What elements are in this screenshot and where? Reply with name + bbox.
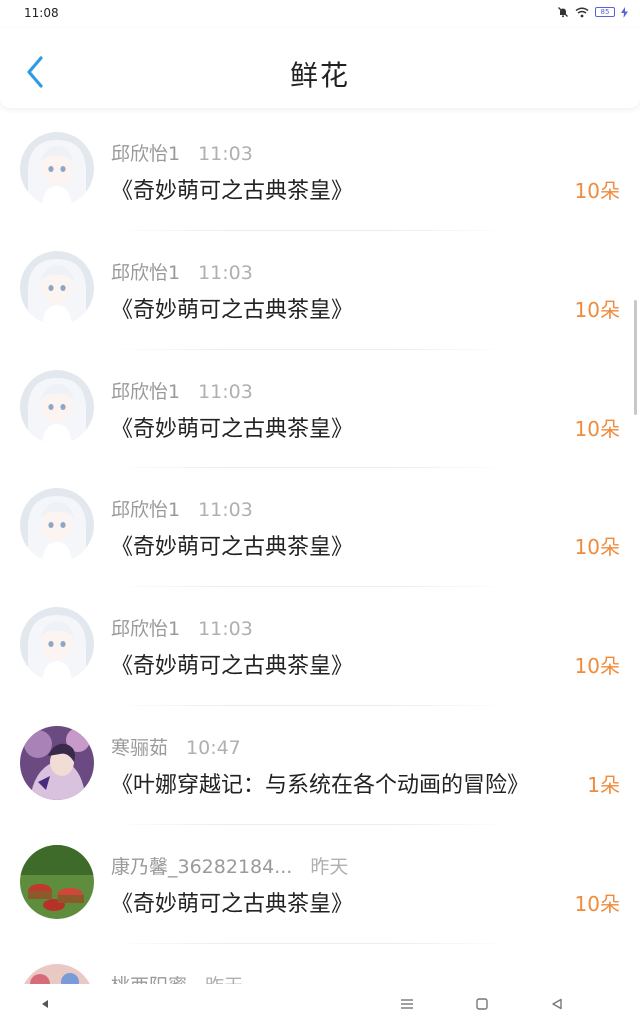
charging-bolt-icon bbox=[621, 6, 628, 18]
flower-amount: 1朵 bbox=[587, 772, 620, 797]
menu-icon bbox=[401, 999, 413, 1009]
username[interactable]: 邱欣怡1 bbox=[111, 262, 180, 284]
list-item[interactable]: 邱欣怡1 11:03 《奇妙萌可之古典茶皇》 10朵 bbox=[0, 468, 640, 588]
timestamp: 11:03 bbox=[198, 380, 253, 403]
username[interactable]: 桃西阳蜜 bbox=[111, 975, 187, 984]
list-item[interactable]: 康乃馨_36282184... 昨天 《奇妙萌可之古典茶皇》 10朵 bbox=[0, 825, 640, 944]
page-title: 鲜花 bbox=[289, 59, 350, 92]
username[interactable]: 邱欣怡1 bbox=[111, 618, 180, 640]
item-meta: 邱欣怡1 11:03 bbox=[111, 258, 253, 285]
list-item[interactable]: 邱欣怡1 11:03 《奇妙萌可之古典茶皇》 10朵 bbox=[0, 231, 640, 350]
flower-amount: 10朵 bbox=[574, 891, 620, 916]
username[interactable]: 邱欣怡1 bbox=[111, 381, 180, 403]
username[interactable]: 寒骊茹 bbox=[111, 737, 168, 759]
list-item[interactable]: 邱欣怡1 11:03 《奇妙萌可之古典茶皇》 10朵 bbox=[0, 587, 640, 706]
flower-amount: 10朵 bbox=[574, 416, 620, 441]
timestamp: 11:03 bbox=[198, 261, 253, 284]
avatar[interactable] bbox=[20, 963, 94, 984]
nav-back-button[interactable] bbox=[35, 994, 55, 1014]
avatar[interactable] bbox=[20, 250, 94, 325]
flower-amount: 10朵 bbox=[574, 179, 620, 203]
timestamp: 昨天 bbox=[205, 975, 243, 984]
book-title[interactable]: 《奇妙萌可之古典茶皇》 bbox=[111, 648, 353, 680]
nav-home-button[interactable] bbox=[472, 994, 492, 1014]
book-title[interactable]: 《奇妙萌可之古典茶皇》 bbox=[111, 411, 353, 443]
avatar[interactable] bbox=[20, 607, 94, 682]
timestamp: 昨天 bbox=[310, 855, 349, 878]
list-item[interactable]: 寒骊茹 10:47 《叶娜穿越记：与系统在各个动画的冒险》 1朵 bbox=[0, 706, 640, 825]
timestamp: 11:03 bbox=[198, 143, 253, 165]
nav-menu-button[interactable] bbox=[397, 994, 417, 1014]
item-meta: 邱欣怡1 11:03 bbox=[111, 139, 253, 166]
avatar[interactable] bbox=[20, 132, 94, 206]
avatar[interactable] bbox=[20, 844, 94, 919]
header: 鲜花 bbox=[0, 28, 640, 108]
recent-triangle-icon bbox=[552, 998, 562, 1010]
username[interactable]: 邱欣怡1 bbox=[111, 499, 180, 521]
list-item[interactable]: 桃西阳蜜 昨天 bbox=[0, 944, 640, 984]
flower-list: 邱欣怡1 11:03 《奇妙萌可之古典茶皇》 10朵 邱欣怡1 11:03 《奇妙萌… bbox=[0, 112, 640, 984]
avatar[interactable] bbox=[20, 369, 94, 444]
status-time: 11:08 bbox=[24, 6, 59, 20]
scrollbar[interactable] bbox=[634, 300, 637, 415]
flower-amount: 10朵 bbox=[574, 297, 620, 322]
item-meta: 邱欣怡1 11:03 bbox=[111, 614, 253, 641]
status-icons: 85 bbox=[557, 6, 628, 18]
item-meta: 寒骊茹 10:47 bbox=[111, 733, 241, 760]
list-item[interactable]: 邱欣怡1 11:03 《奇妙萌可之古典茶皇》 10朵 bbox=[0, 350, 640, 469]
nav-recent-button[interactable] bbox=[547, 994, 567, 1014]
book-title[interactable]: 《奇妙萌可之古典茶皇》 bbox=[111, 886, 353, 918]
book-title[interactable]: 《奇妙萌可之古典茶皇》 bbox=[111, 173, 353, 205]
item-meta: 邱欣怡1 11:03 bbox=[111, 495, 253, 522]
home-square-icon bbox=[476, 998, 488, 1010]
back-triangle-icon bbox=[42, 1000, 48, 1008]
book-title[interactable]: 《奇妙萌可之古典茶皇》 bbox=[111, 529, 353, 561]
list-item[interactable]: 邱欣怡1 11:03 《奇妙萌可之古典茶皇》 10朵 bbox=[0, 112, 640, 231]
username[interactable]: 邱欣怡1 bbox=[111, 143, 180, 165]
wifi-icon bbox=[575, 7, 589, 17]
timestamp: 10:47 bbox=[186, 736, 241, 759]
avatar[interactable] bbox=[20, 725, 94, 800]
book-title[interactable]: 《奇妙萌可之古典茶皇》 bbox=[111, 292, 353, 324]
item-meta: 康乃馨_36282184... 昨天 bbox=[111, 852, 348, 879]
book-title[interactable]: 《叶娜穿越记：与系统在各个动画的冒险》 bbox=[111, 767, 529, 799]
flower-amount: 10朵 bbox=[574, 654, 620, 679]
battery-icon: 85 bbox=[595, 7, 615, 17]
item-meta: 桃西阳蜜 昨天 bbox=[111, 971, 243, 984]
mute-bell-icon bbox=[558, 7, 568, 18]
flower-amount: 10朵 bbox=[574, 535, 620, 560]
system-nav-bar bbox=[0, 984, 640, 1024]
item-meta: 邱欣怡1 11:03 bbox=[111, 377, 253, 404]
avatar[interactable] bbox=[20, 488, 94, 563]
username[interactable]: 康乃馨_36282184... bbox=[111, 856, 292, 878]
timestamp: 11:03 bbox=[198, 618, 253, 641]
status-bar: 11:08 85 bbox=[0, 0, 640, 28]
timestamp: 11:03 bbox=[198, 499, 253, 522]
